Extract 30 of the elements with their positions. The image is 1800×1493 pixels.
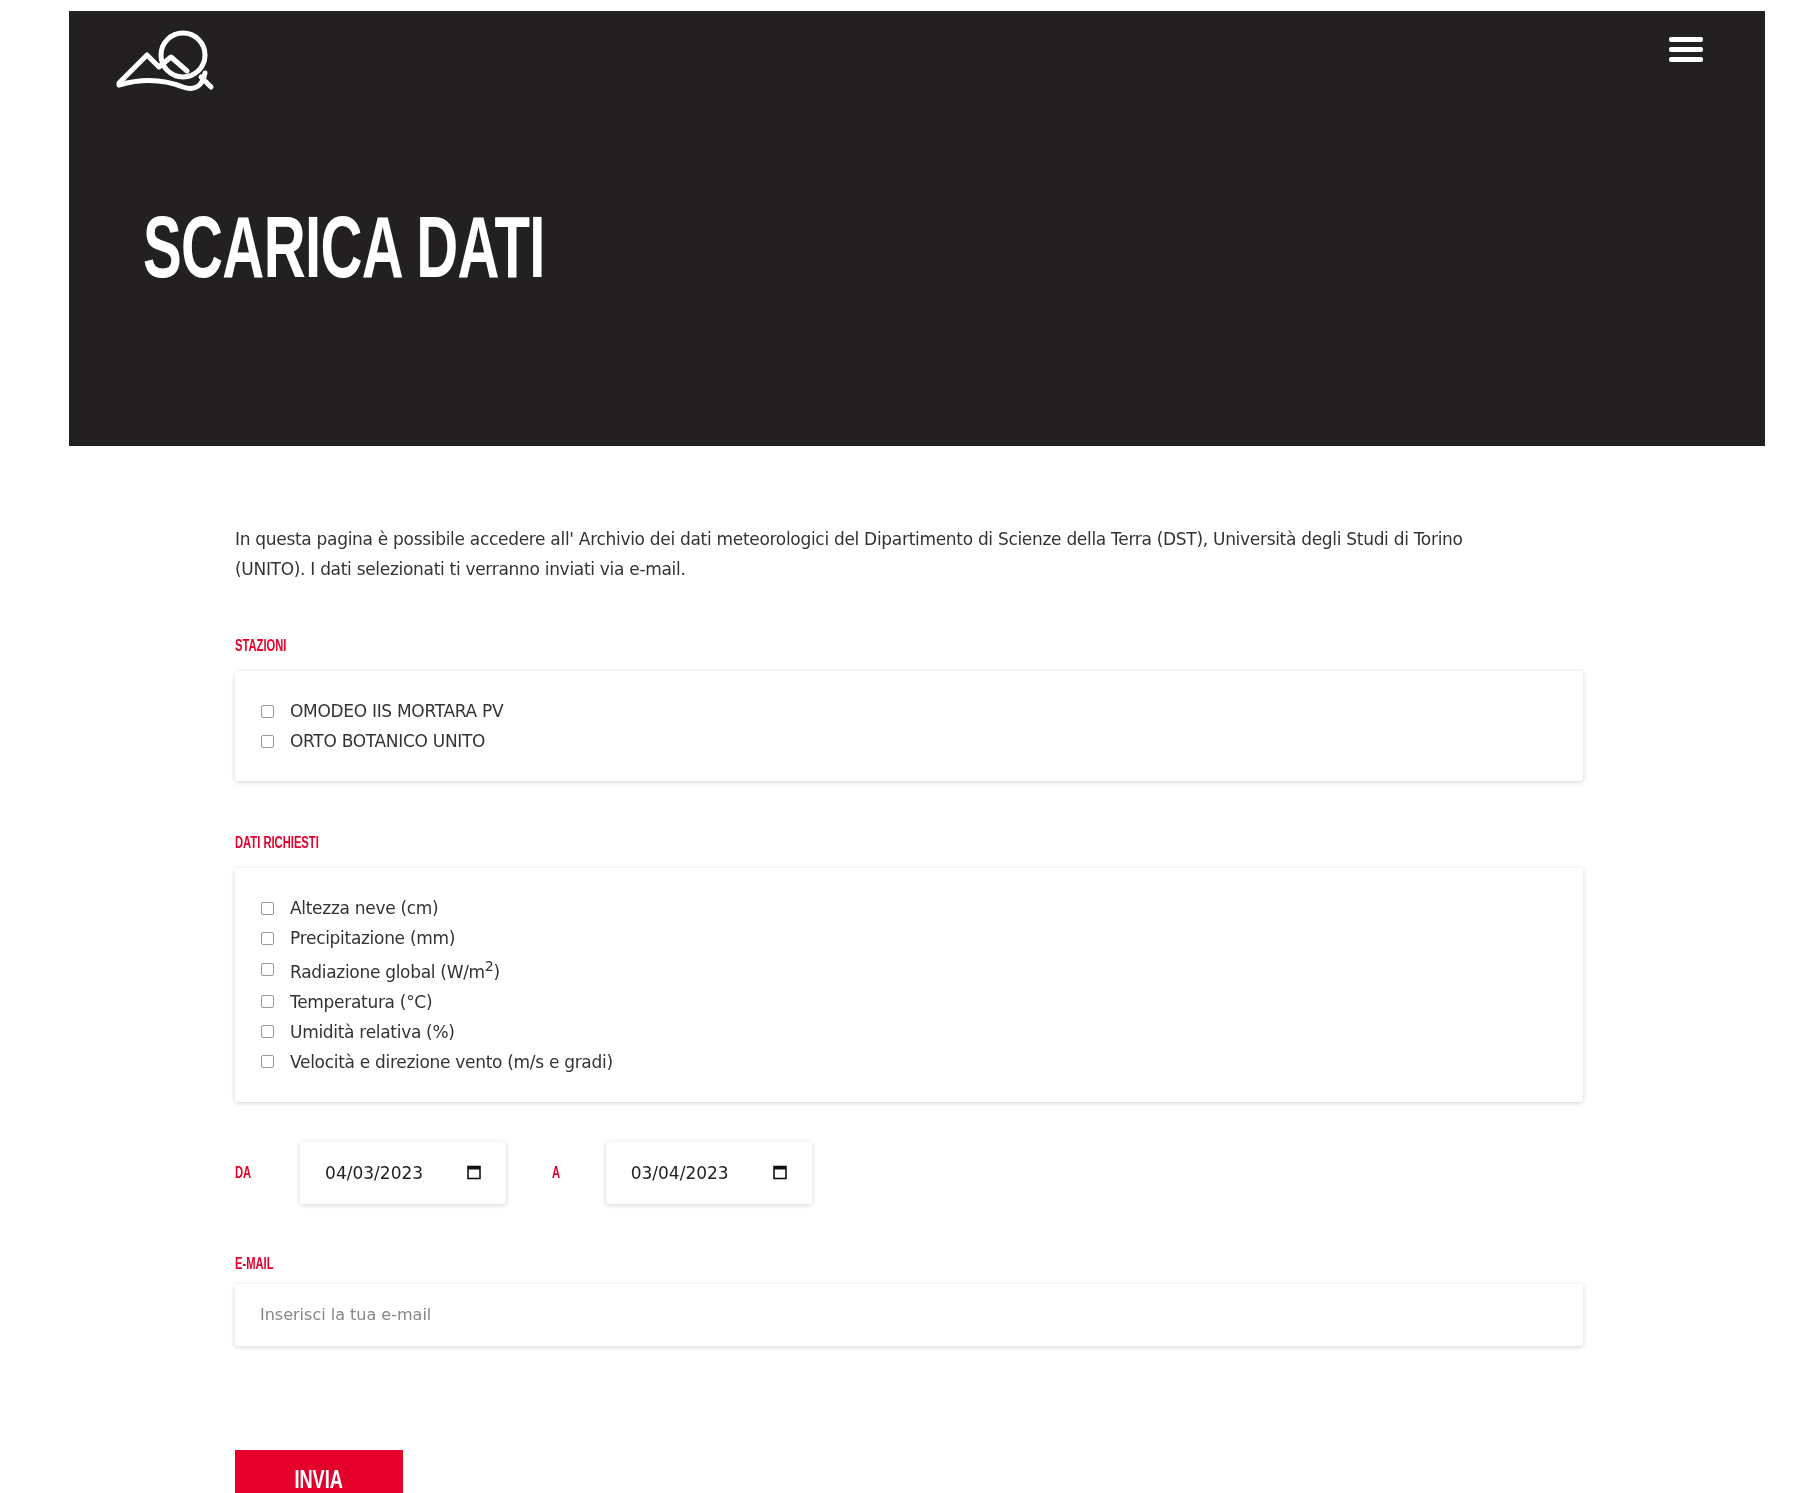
date-label: DA	[235, 1163, 252, 1182]
checkbox[interactable]	[261, 901, 274, 915]
checkbox[interactable]	[261, 704, 274, 718]
page-title: SCARICA DATI	[143, 196, 545, 298]
checkbox[interactable]	[261, 1055, 274, 1069]
checkbox[interactable]	[261, 931, 274, 945]
calendar-icon[interactable]	[772, 1165, 787, 1181]
email-field[interactable]: Inserisci la tua e-mail	[235, 1283, 1583, 1346]
checkbox-label[interactable]: Radiazione global (W/m$^{2}$)	[290, 958, 500, 982]
checkbox-label[interactable]: Umidità relativa (%)	[290, 1021, 455, 1042]
date-field[interactable]: 04/03/2023	[300, 1141, 507, 1204]
email-label: E-MAIL	[235, 1254, 274, 1273]
checkbox-label[interactable]: OMODEO IIS MORTARA PV	[290, 701, 504, 721]
checkbox[interactable]	[261, 734, 274, 748]
section-label: DATI RICHIESTI	[235, 834, 319, 852]
checkbox-label[interactable]: Precipitazione (mm)	[290, 928, 456, 948]
date-field[interactable]: 03/04/2023	[605, 1141, 812, 1204]
checkbox-label[interactable]: ORTO BOTANICO UNITO	[290, 731, 486, 751]
calendar-icon[interactable]	[467, 1165, 482, 1181]
intro-paragraph: In questa pagina è possibile accedere all' Archivio dei dati meteorologici del Dipartimento di Scienze della Terra (DST), Università degli Studi di Torino (UNITO). I dati selezionati ti verranno inviati via e-mail.	[235, 528, 1464, 581]
date-label: A	[552, 1163, 561, 1182]
checkbox-label[interactable]: Temperatura (°C)	[290, 991, 433, 1012]
checkbox-label[interactable]: Altezza neve (cm)	[290, 898, 439, 918]
submit-button[interactable]: INVIA	[235, 1449, 403, 1493]
section-label: STAZIONI	[235, 637, 287, 655]
checkbox[interactable]	[261, 995, 274, 1009]
menu-icon[interactable]	[1669, 37, 1703, 63]
checkbox[interactable]	[261, 963, 274, 977]
checkbox[interactable]	[261, 1025, 274, 1039]
checkbox-label[interactable]: Velocità e direzione vento (m/s e gradi)	[290, 1051, 613, 1072]
